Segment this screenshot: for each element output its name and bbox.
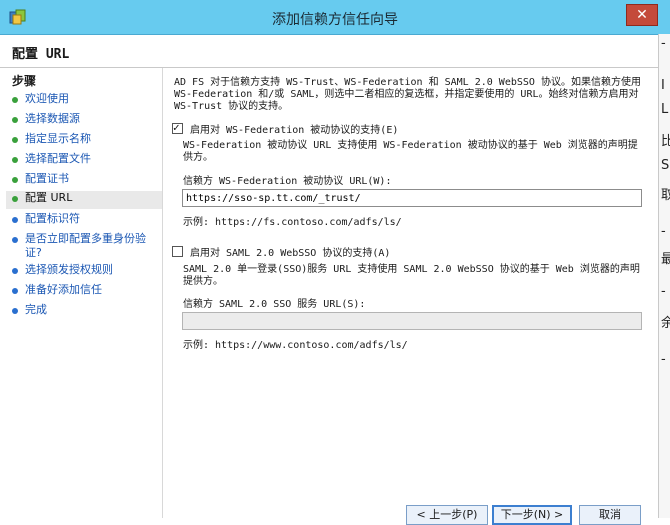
saml-description: SAML 2.0 单一登录(SSO)服务 URL 支持使用 SAML 2.0 W… <box>183 264 640 287</box>
saml-checkbox[interactable] <box>172 246 183 257</box>
step-label: 选择配置文件 <box>25 152 91 165</box>
previous-button[interactable]: < 上一步(P) <box>406 505 488 525</box>
strip-char: 余 <box>661 312 670 331</box>
step-label: 选择数据源 <box>25 112 80 125</box>
strip-char: - <box>661 284 666 299</box>
step-current-dot-icon <box>12 196 18 202</box>
step-select-profile[interactable]: 选择配置文件 <box>12 152 160 170</box>
close-icon: ✕ <box>636 7 648 23</box>
step-display-name[interactable]: 指定显示名称 <box>12 132 160 150</box>
step-welcome[interactable]: 欢迎使用 <box>12 92 160 110</box>
step-label: 完成 <box>25 303 47 316</box>
steps-heading: 步骤 <box>12 74 37 88</box>
step-configure-url[interactable]: 配置 URL <box>6 191 162 209</box>
strip-char: S <box>661 158 670 173</box>
next-button[interactable]: 下一步(N) > <box>492 505 572 525</box>
strip-char: 最 <box>661 248 670 267</box>
step-label: 配置标识符 <box>25 212 80 225</box>
step-finish[interactable]: 完成 <box>12 303 160 321</box>
step-label: 是否立即配置多重身份验证? <box>25 232 146 259</box>
close-button[interactable]: ✕ <box>626 4 658 26</box>
window-title: 添加信赖方信任向导 <box>272 12 398 28</box>
intro-text: AD FS 对于信赖方支持 WS-Trust、WS-Federation 和 S… <box>174 77 641 112</box>
saml-url-input[interactable] <box>182 312 642 330</box>
steps-sidebar: 步骤 欢迎使用 选择数据源 指定显示名称 选择配置文件 配置证书 配置 URL … <box>0 68 163 518</box>
wsfed-url-label: 信赖方 WS-Federation 被动协议 URL(W): <box>183 176 392 187</box>
step-done-dot-icon <box>12 177 18 183</box>
step-label: 配置 URL <box>25 191 73 204</box>
saml-url-example: 示例: https://www.contoso.com/adfs/ls/ <box>183 340 408 351</box>
strip-char: - <box>661 36 666 51</box>
step-pending-dot-icon <box>12 237 18 243</box>
step-done-dot-icon <box>12 137 18 143</box>
step-done-dot-icon <box>12 157 18 163</box>
step-done-dot-icon <box>12 97 18 103</box>
wsfed-checkbox-row[interactable]: 启用对 WS-Federation 被动协议的支持(E) <box>172 121 398 136</box>
main-content: AD FS 对于信赖方支持 WS-Trust、WS-Federation 和 S… <box>163 68 658 518</box>
step-label: 指定显示名称 <box>25 132 91 145</box>
step-pending-dot-icon <box>12 217 18 223</box>
title-bar[interactable]: 添加信赖方信任向导 ✕ <box>0 0 670 35</box>
step-pending-dot-icon <box>12 288 18 294</box>
saml-url-label: 信赖方 SAML 2.0 SSO 服务 URL(S): <box>183 299 366 310</box>
step-select-data-source[interactable]: 选择数据源 <box>12 112 160 130</box>
strip-char: 比 <box>661 130 670 149</box>
step-label: 配置证书 <box>25 172 69 185</box>
page-header: 配置 URL <box>0 35 658 68</box>
background-window-strip: - I L 比 S 取 - 最 - 余 - <box>658 34 670 518</box>
step-label: 欢迎使用 <box>25 92 69 105</box>
strip-char: 取 <box>661 184 670 203</box>
strip-char: I <box>661 78 665 93</box>
wsfed-url-example: 示例: https://fs.contoso.com/adfs/ls/ <box>183 217 402 228</box>
step-issuance-rules[interactable]: 选择颁发授权规则 <box>12 263 160 281</box>
step-done-dot-icon <box>12 117 18 123</box>
strip-char: L <box>661 102 669 117</box>
wsfed-checkbox[interactable] <box>172 121 183 134</box>
saml-checkbox-label: 启用对 SAML 2.0 WebSSO 协议的支持(A) <box>190 248 391 259</box>
strip-char: - <box>661 352 666 367</box>
step-configure-mfa[interactable]: 是否立即配置多重身份验证? <box>12 232 160 262</box>
step-configure-identifiers[interactable]: 配置标识符 <box>12 212 160 230</box>
strip-char: - <box>661 224 666 239</box>
wsfed-url-input[interactable] <box>182 189 642 207</box>
step-label: 准备好添加信任 <box>25 283 102 296</box>
page-title: 配置 URL <box>12 47 70 62</box>
wsfed-checkbox-label: 启用对 WS-Federation 被动协议的支持(E) <box>190 125 399 136</box>
step-pending-dot-icon <box>12 268 18 274</box>
step-configure-certificate[interactable]: 配置证书 <box>12 172 160 190</box>
step-pending-dot-icon <box>12 308 18 314</box>
wsfed-description: WS-Federation 被动协议 URL 支持使用 WS-Federatio… <box>183 140 638 163</box>
cancel-button[interactable]: 取消 <box>579 505 641 525</box>
step-label: 选择颁发授权规则 <box>25 263 113 276</box>
step-ready-to-add[interactable]: 准备好添加信任 <box>12 283 160 301</box>
saml-checkbox-row[interactable]: 启用对 SAML 2.0 WebSSO 协议的支持(A) <box>172 244 390 259</box>
